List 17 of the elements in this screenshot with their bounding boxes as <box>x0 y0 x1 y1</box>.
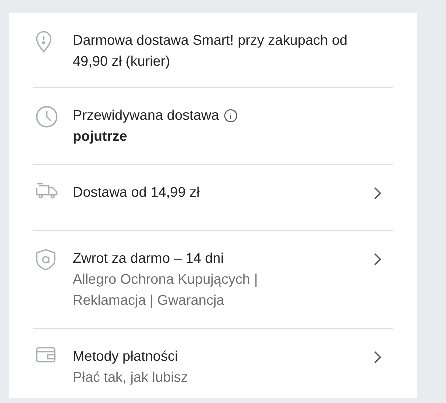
shield-icon <box>36 249 56 271</box>
row-title: Darmowa dostawa Smart! przy zakupach od 49,90 zł (kurier) <box>73 31 348 71</box>
chevron-icon[interactable] <box>374 351 382 364</box>
info-icon[interactable] <box>224 108 238 122</box>
wallet-icon <box>36 347 56 363</box>
row-subtitle: Allegro Ochrona Kupujących | Reklamacja | Gwarancja <box>73 270 259 310</box>
pin-icon <box>36 31 52 53</box>
truck-icon <box>36 183 58 199</box>
row-title: Zwrot za darmo – 14 dni <box>73 249 224 268</box>
row-subtitle: pojutrze <box>73 127 128 146</box>
chevron-icon[interactable] <box>374 187 382 200</box>
clock-icon <box>36 106 58 128</box>
row-title: Dostawa od 14,99 zł <box>73 183 200 202</box>
row-title: Przewidywana dostawa <box>73 106 220 125</box>
row-title: Metody płatności <box>73 347 178 366</box>
row-subtitle: Płać tak, jak lubisz <box>73 368 188 387</box>
chevron-icon[interactable] <box>374 253 382 266</box>
